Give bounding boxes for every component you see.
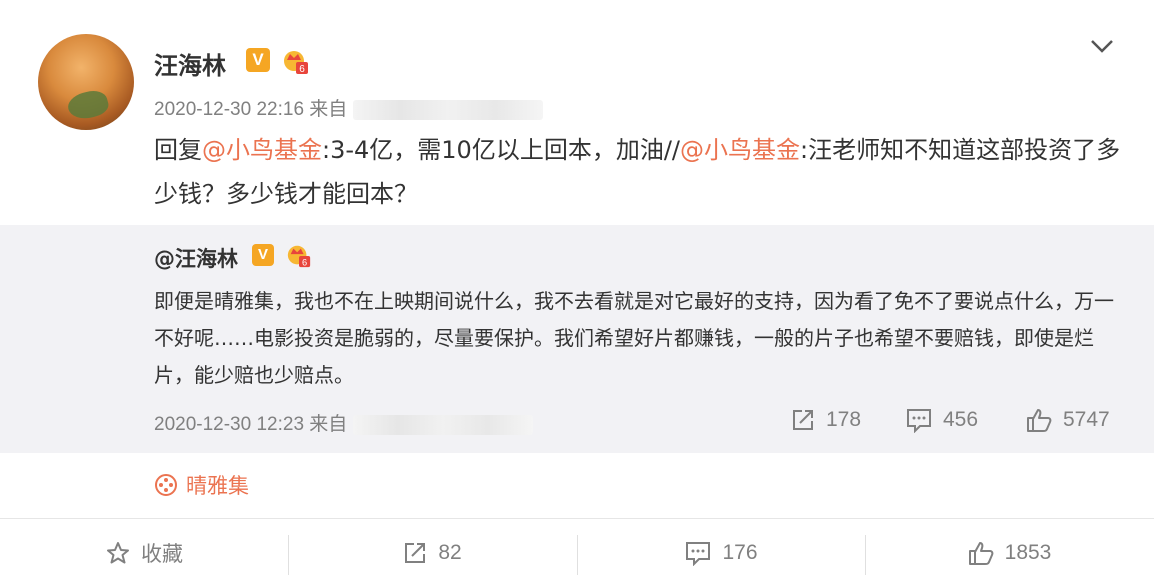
svg-text:6: 6 <box>302 257 307 267</box>
comment-icon <box>907 409 931 433</box>
repost-comment-button[interactable]: 456 <box>905 405 978 435</box>
action-bar: 收藏 82 176 1853 <box>0 518 1154 587</box>
star-icon <box>107 542 129 564</box>
film-reel-icon <box>155 474 177 496</box>
repost-forward-button[interactable]: 178 <box>790 405 861 435</box>
repost-author-name[interactable]: @汪海林 <box>154 243 238 273</box>
post-timestamp[interactable]: 2020-12-30 22:16 来自 <box>154 94 543 121</box>
forward-button[interactable]: 82 <box>288 519 576 587</box>
forward-icon <box>405 543 426 563</box>
post-source-obscured <box>352 99 543 120</box>
vip-badge: V <box>246 48 270 72</box>
crown-badge-icon: 6 <box>284 51 308 75</box>
like-button[interactable]: 1853 <box>865 519 1153 587</box>
repost-text: 即便是晴雅集，我也不在上映期间说什么，我不去看就是对它最好的支持，因为看了免不了… <box>154 289 1114 387</box>
topic-link[interactable]: 晴雅集 <box>154 470 249 500</box>
mention-link[interactable]: @小鸟基金 <box>680 136 800 164</box>
avatar[interactable] <box>38 34 134 130</box>
reposted-content: @汪海林 V 6 即便是晴雅集，我也不在上映期间说什么，我不去看就是对它最好的支… <box>0 225 1154 453</box>
thumbs-up-icon <box>968 542 994 565</box>
comment-icon <box>686 542 711 566</box>
post-text: 回复@小鸟基金:3-4亿，需10亿以上回本，加油//@小鸟基金:汪老师知不知道这… <box>154 136 1121 208</box>
comment-button[interactable]: 176 <box>577 519 865 587</box>
crown-badge-icon: 6 <box>287 245 311 267</box>
chevron-down-icon[interactable] <box>1086 30 1118 62</box>
post-author-name[interactable]: 汪海林 <box>154 46 226 81</box>
repost-source-obscured <box>352 414 533 435</box>
vip-badge: V <box>252 244 274 266</box>
repost-like-button[interactable]: 5747 <box>1025 405 1110 435</box>
svg-text:6: 6 <box>299 64 305 75</box>
favorite-button[interactable]: 收藏 <box>0 519 288 587</box>
thumbs-up-icon <box>1027 409 1052 432</box>
mention-link[interactable]: @小鸟基金 <box>202 136 322 164</box>
repost-timestamp[interactable]: 2020-12-30 12:23 来自 <box>154 409 533 436</box>
forward-icon <box>793 410 813 430</box>
